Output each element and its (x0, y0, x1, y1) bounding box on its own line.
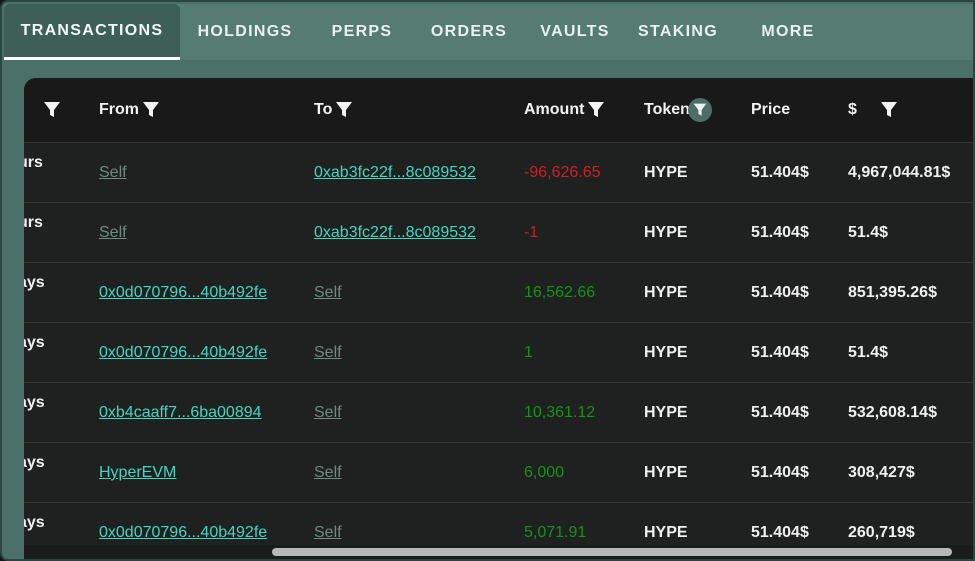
price-cell: 51.404$ (751, 164, 809, 181)
usd-cell: 532,608.14$ (848, 404, 937, 421)
to-link[interactable]: 0xab3fc22f...8c089532 (314, 224, 476, 242)
usd-cell: 4,967,044.81$ (848, 164, 951, 181)
tab-vaults[interactable]: VAULTS (524, 4, 626, 60)
filter-icon[interactable] (141, 100, 161, 120)
header-from-label: From (99, 101, 139, 118)
to-link[interactable]: Self (314, 464, 342, 482)
scrollbar-thumb[interactable] (272, 548, 952, 556)
usd-cell: 51.4$ (848, 344, 889, 361)
price-cell: 51.404$ (751, 404, 809, 421)
usd-cell: 851,395.26$ (848, 284, 937, 301)
tab-bar: TRANSACTIONS HOLDINGS PERPS ORDERS VAULT… (4, 4, 973, 60)
amount-cell: -96,626.65 (524, 164, 601, 181)
horizontal-scrollbar[interactable] (24, 545, 973, 559)
header-usd: $ (848, 78, 899, 142)
header-to-label: To (314, 101, 333, 118)
transactions-table: From To Amount Token Price $ rs Self 0xa… (24, 78, 973, 559)
to-link[interactable]: Self (314, 284, 342, 302)
price-cell: 51.404$ (751, 464, 809, 481)
header-token: Token (644, 78, 712, 142)
time-cell: urs (24, 154, 43, 171)
token-cell: HYPE (644, 284, 688, 301)
header-token-label: Token (644, 101, 690, 118)
from-link[interactable]: 0x0d070796...40b492fe (99, 344, 267, 362)
token-cell: HYPE (644, 164, 688, 181)
tab-orders[interactable]: ORDERS (414, 4, 524, 60)
to-link[interactable]: 0xab3fc22f...8c089532 (314, 164, 476, 182)
table-row: ays 0xb4caaff7...6ba00894 Self 10,361.12… (24, 382, 973, 443)
time-cell: ays (24, 274, 45, 291)
filter-icon[interactable] (334, 100, 354, 120)
time-cell: ays (24, 454, 45, 471)
amount-cell: -1 (524, 224, 539, 241)
usd-cell: 308,427$ (848, 464, 915, 481)
header-to: To (314, 78, 354, 142)
to-link[interactable]: Self (314, 344, 342, 362)
tab-more[interactable]: MORE (730, 4, 846, 60)
time-cell: ays (24, 394, 45, 411)
filter-icon[interactable] (42, 100, 62, 120)
price-cell: 51.404$ (751, 224, 809, 241)
token-cell: HYPE (644, 344, 688, 361)
filter-active-icon[interactable] (687, 98, 712, 122)
table-row: ays 0x0d070796...40b492fe Self 1 HYPE 51… (24, 322, 973, 383)
price-cell: 51.404$ (751, 344, 809, 361)
header-price-label: Price (751, 101, 791, 118)
to-link[interactable]: Self (314, 404, 342, 422)
token-cell: HYPE (644, 224, 688, 241)
token-cell: HYPE (644, 464, 688, 481)
tab-staking[interactable]: STAKING (626, 4, 730, 60)
table-row: urs Self 0xab3fc22f...8c089532 -1 HYPE 5… (24, 202, 973, 263)
header-usd-label: $ (848, 101, 857, 118)
token-cell: HYPE (644, 404, 688, 421)
amount-cell: 1 (524, 344, 533, 361)
time-cell: ays (24, 334, 45, 351)
usd-cell: 51.4$ (848, 224, 889, 241)
amount-cell: 6,000 (524, 464, 565, 481)
tab-holdings[interactable]: HOLDINGS (180, 4, 310, 60)
tab-perps[interactable]: PERPS (310, 4, 414, 60)
app-frame: TRANSACTIONS HOLDINGS PERPS ORDERS VAULT… (0, 0, 975, 561)
header-amount-label: Amount (524, 101, 585, 118)
tab-transactions[interactable]: TRANSACTIONS (4, 4, 180, 60)
from-link[interactable]: Self (99, 224, 127, 242)
filter-icon[interactable] (586, 100, 606, 120)
from-link[interactable]: 0x0d070796...40b492fe (99, 524, 267, 542)
table-header: From To Amount Token Price $ (24, 78, 973, 142)
header-from: From (99, 78, 161, 142)
from-link[interactable]: HyperEVM (99, 464, 176, 482)
amount-cell: 16,562.66 (524, 284, 596, 301)
table-row: ays HyperEVM Self 6,000 HYPE 51.404$ 308… (24, 442, 973, 503)
table-row: ays 0x0d070796...40b492fe Self 16,562.66… (24, 262, 973, 323)
table-row: urs Self 0xab3fc22f...8c089532 -96,626.6… (24, 142, 973, 203)
price-cell: 51.404$ (751, 284, 809, 301)
header-amount: Amount (524, 78, 606, 142)
header-price: Price (751, 78, 790, 142)
from-link[interactable]: 0x0d070796...40b492fe (99, 284, 267, 302)
from-link[interactable]: Self (99, 164, 127, 182)
filter-icon[interactable] (879, 100, 899, 120)
amount-cell: 10,361.12 (524, 404, 596, 421)
from-link[interactable]: 0xb4caaff7...6ba00894 (99, 404, 262, 422)
to-link[interactable]: Self (314, 524, 342, 542)
time-cell: urs (24, 214, 43, 231)
header-time (40, 78, 62, 142)
